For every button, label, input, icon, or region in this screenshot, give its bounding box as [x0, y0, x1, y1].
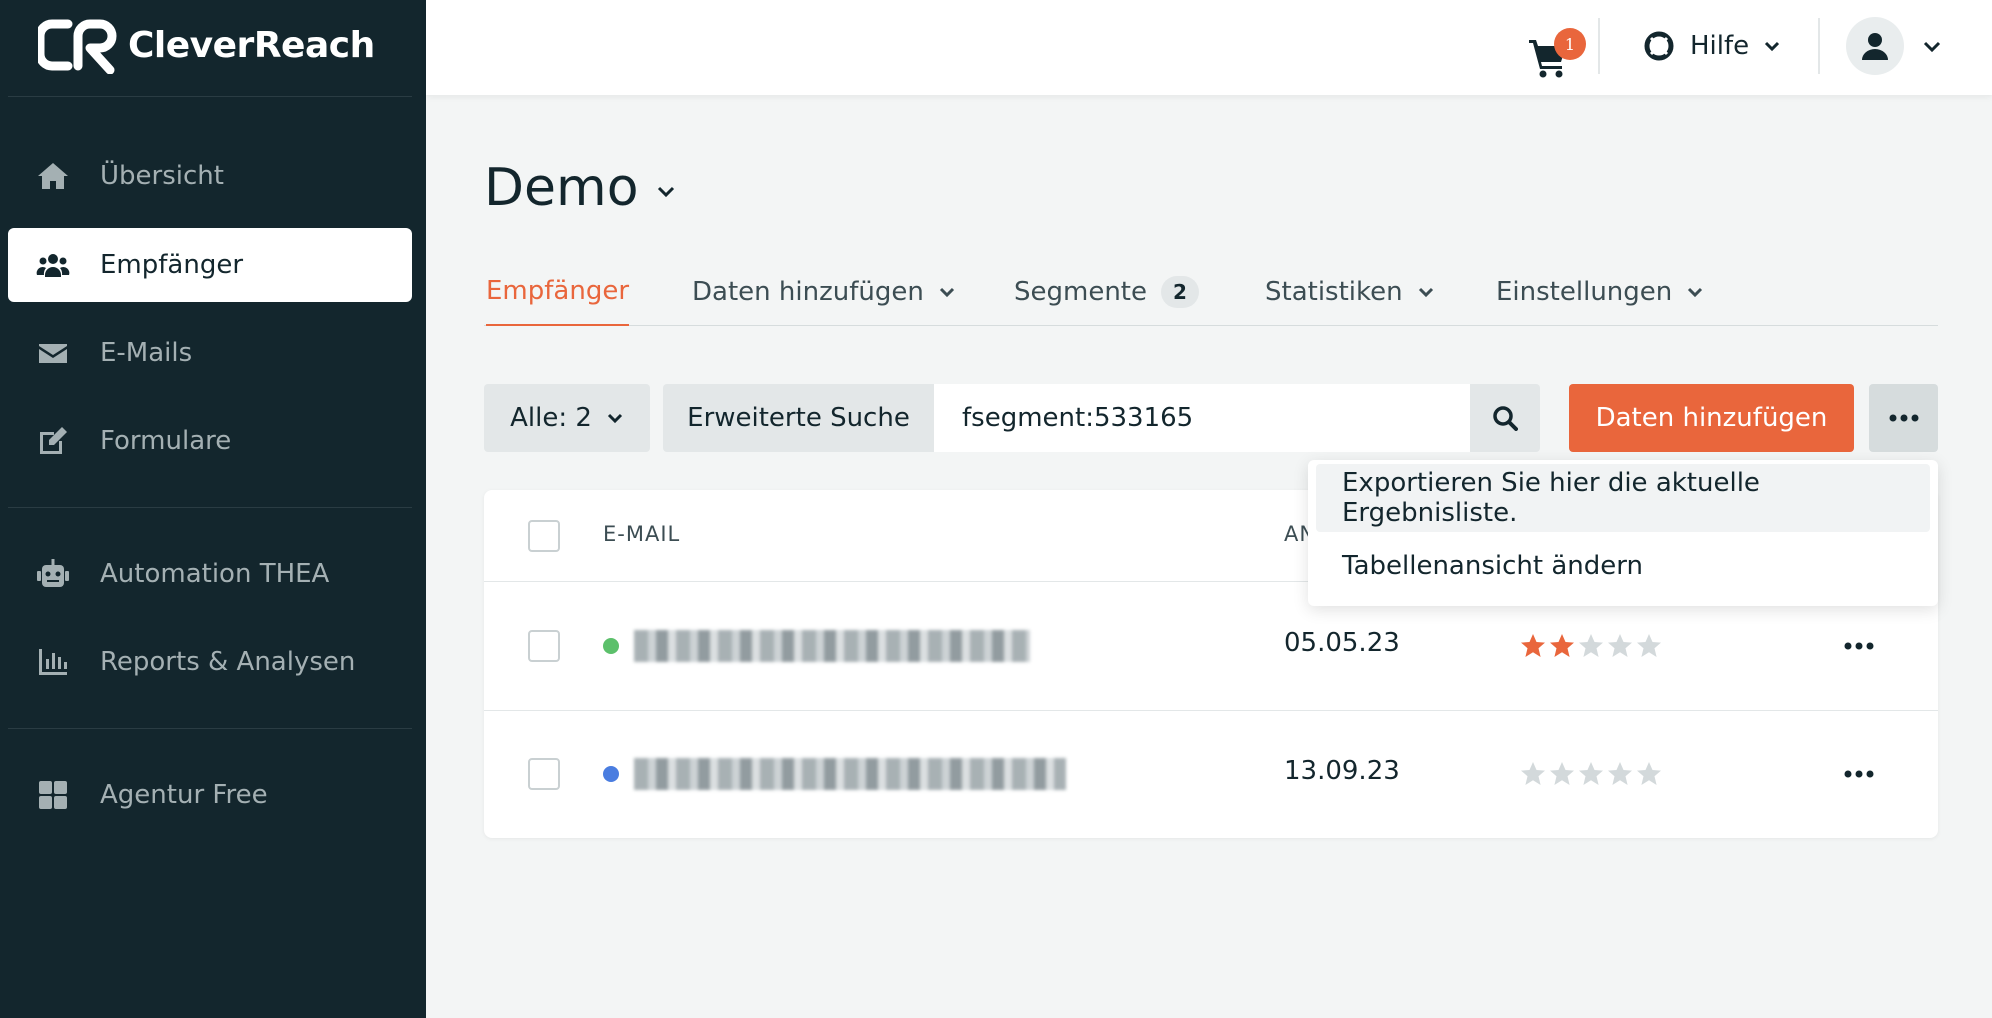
topbar-divider	[1598, 18, 1600, 74]
tab-empfaenger[interactable]: Empfänger	[486, 266, 630, 326]
help-menu[interactable]: Hilfe	[1644, 26, 1781, 66]
tab-bar: Empfänger Daten hinzufügen Segmente 2 St…	[484, 266, 1938, 326]
table-row[interactable]: 13.09.23	[484, 710, 1938, 838]
advanced-search-label: Erweiterte Suche	[687, 403, 910, 433]
sidebar-item-automation[interactable]: Automation THEA	[8, 537, 412, 611]
row-checkbox[interactable]	[528, 758, 560, 790]
menu-item-export-results[interactable]: Exportieren Sie hier die aktuelle Ergebn…	[1316, 464, 1930, 532]
users-icon	[36, 248, 70, 282]
star-icon[interactable]	[1636, 633, 1662, 659]
star-icon[interactable]	[1578, 761, 1604, 787]
tab-einstellungen[interactable]: Einstellungen	[1496, 266, 1704, 326]
ellipsis-icon	[1889, 414, 1918, 422]
advanced-search-button[interactable]: Erweiterte Suche	[663, 384, 934, 452]
tab-label: Empfänger	[486, 276, 630, 306]
tab-label: Segmente	[1014, 277, 1147, 307]
user-icon	[1862, 33, 1888, 60]
sidebar-divider	[8, 96, 412, 97]
topbar-divider	[1818, 18, 1820, 74]
more-actions-menu: Exportieren Sie hier die aktuelle Ergebn…	[1308, 460, 1938, 606]
chevron-down-icon	[657, 186, 674, 198]
registration-date: 05.05.23	[1284, 628, 1400, 658]
chevron-down-icon	[1923, 41, 1941, 53]
row-actions-ellipsis-icon[interactable]	[1844, 770, 1874, 778]
chevron-down-icon	[939, 287, 954, 298]
sidebar-item-label: Formulare	[100, 426, 232, 456]
sidebar-item-agentur[interactable]: Agentur Free	[8, 758, 412, 832]
page-title: Demo	[484, 158, 639, 218]
sidebar-item-label: E-Mails	[100, 338, 193, 368]
chevron-down-icon	[1765, 41, 1780, 52]
sidebar-item-formulare[interactable]: Formulare	[8, 404, 412, 478]
lifebuoy-icon	[1644, 31, 1674, 61]
avatar	[1846, 17, 1904, 75]
rating-stars	[1520, 761, 1665, 787]
row-actions-ellipsis-icon[interactable]	[1844, 642, 1874, 650]
add-data-button[interactable]: Daten hinzufügen	[1569, 384, 1854, 452]
status-dot	[603, 766, 619, 782]
search-input[interactable]	[934, 384, 1470, 452]
home-icon	[36, 159, 70, 193]
select-all-checkbox[interactable]	[528, 520, 560, 552]
more-actions-button[interactable]	[1869, 384, 1938, 452]
sidebar-item-label: Empfänger	[100, 250, 244, 280]
chevron-down-icon	[1418, 287, 1433, 298]
menu-item-change-table-view[interactable]: Tabellenansicht ändern	[1316, 532, 1930, 600]
list-title-dropdown[interactable]: Demo	[484, 158, 677, 218]
cleverreach-logo-icon	[38, 19, 117, 74]
tab-label: Daten hinzufügen	[692, 277, 924, 307]
sidebar: CleverReach Übersicht Empfänger E-Mails	[0, 0, 426, 1018]
edit-icon	[36, 424, 70, 458]
help-label: Hilfe	[1690, 31, 1750, 61]
star-icon[interactable]	[1607, 633, 1633, 659]
star-icon[interactable]	[1520, 761, 1546, 787]
sidebar-item-label: Übersicht	[100, 161, 224, 191]
row-checkbox[interactable]	[528, 630, 560, 662]
rating-stars	[1520, 633, 1665, 659]
sidebar-divider	[8, 728, 412, 729]
grid-icon	[36, 778, 70, 812]
sidebar-item-emails[interactable]: E-Mails	[8, 316, 412, 390]
bar-chart-icon	[36, 645, 70, 679]
sidebar-item-reports[interactable]: Reports & Analysen	[8, 625, 412, 699]
envelope-icon	[36, 336, 70, 370]
star-icon[interactable]	[1549, 761, 1575, 787]
sidebar-item-label: Reports & Analysen	[100, 647, 356, 677]
registration-date: 13.09.23	[1284, 756, 1400, 786]
search-icon	[1493, 406, 1518, 431]
tab-label: Statistiken	[1265, 277, 1403, 307]
cart-button[interactable]: 1	[1528, 18, 1586, 78]
segment-count-badge: 2	[1161, 276, 1199, 308]
cart-count-badge: 1	[1554, 28, 1586, 60]
user-menu[interactable]	[1846, 16, 1942, 76]
brand-logo[interactable]: CleverReach	[38, 16, 375, 74]
tab-daten-hinzufuegen[interactable]: Daten hinzufügen	[692, 266, 956, 326]
email-address-redacted	[634, 758, 1066, 790]
brand-name: CleverReach	[128, 24, 375, 66]
star-icon[interactable]	[1636, 761, 1662, 787]
sidebar-item-empfaenger[interactable]: Empfänger	[8, 228, 412, 302]
sidebar-item-label: Agentur Free	[100, 780, 268, 810]
sidebar-item-uebersicht[interactable]: Übersicht	[8, 139, 412, 213]
tab-statistiken[interactable]: Statistiken	[1265, 266, 1435, 326]
filter-all-dropdown[interactable]: Alle: 2	[484, 384, 650, 452]
chevron-down-icon	[607, 413, 622, 424]
star-icon[interactable]	[1607, 761, 1633, 787]
search-button[interactable]	[1470, 384, 1540, 452]
star-icon[interactable]	[1520, 633, 1546, 659]
tab-label: Einstellungen	[1496, 277, 1673, 307]
robot-icon	[36, 557, 70, 591]
tab-segmente[interactable]: Segmente 2	[1014, 266, 1199, 326]
sidebar-divider	[8, 507, 412, 508]
filter-label: Alle: 2	[510, 403, 592, 433]
sidebar-item-label: Automation THEA	[100, 559, 330, 589]
email-address-redacted	[634, 630, 1030, 662]
add-data-label: Daten hinzufügen	[1595, 403, 1828, 433]
top-bar: 1 Hilfe	[426, 0, 1992, 95]
star-icon[interactable]	[1549, 633, 1575, 659]
status-dot	[603, 638, 619, 654]
column-header-email[interactable]: E-MAIL	[603, 522, 680, 546]
star-icon[interactable]	[1578, 633, 1604, 659]
chevron-down-icon	[1688, 287, 1703, 298]
